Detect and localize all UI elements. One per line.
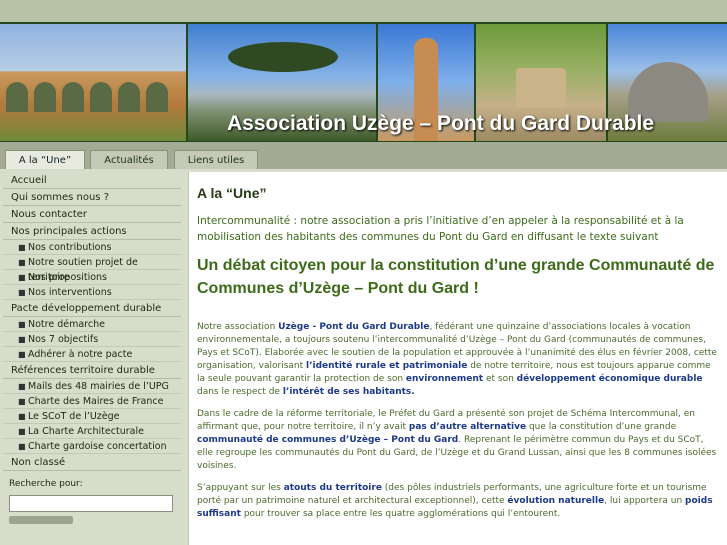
bullet-icon: ■: [18, 350, 26, 359]
page-title: A la “Une”: [197, 185, 267, 201]
sidebar-item-accueil[interactable]: Accueil: [3, 172, 181, 189]
sidebar-subitem-nos-interventions[interactable]: ■ Nos interventions: [3, 285, 181, 300]
sidebar-item-nous-contacter[interactable]: Nous contacter: [3, 206, 181, 223]
highlight-communaute: communauté de communes d’Uzège – Pont du…: [197, 435, 459, 445]
bullet-icon: ■: [18, 442, 26, 451]
bullet-icon: ■: [18, 243, 26, 252]
site-title[interactable]: Association Uzège – Pont du Gard Durable: [227, 112, 654, 136]
tab-actualites[interactable]: Actualités: [90, 150, 168, 169]
header-banner: Association Uzège – Pont du Gard Durable: [0, 22, 727, 142]
sidebar-item-label: Nos propositions: [28, 272, 108, 283]
sidebar-subitem-charte-architecturale[interactable]: ■ La Charte Architecturale: [3, 424, 181, 439]
sidebar-subitem-nos-propositions[interactable]: ■ Nos propositions: [3, 270, 181, 285]
bullet-icon: ■: [18, 288, 26, 297]
search-input[interactable]: [9, 495, 173, 512]
sidebar-item-non-classe[interactable]: Non classé: [3, 454, 181, 471]
sidebar-item-label: Charte gardoise concertation: [28, 441, 167, 452]
highlight-atouts: atouts du territoire: [283, 483, 382, 493]
bullet-icon: ■: [18, 412, 26, 421]
sidebar-subitem-adherer[interactable]: ■ Adhérer à notre pacte: [3, 347, 181, 362]
sidebar-item-qui-sommes-nous[interactable]: Qui sommes nous ?: [3, 189, 181, 206]
sidebar-item-nos-principales-actions[interactable]: Nos principales actions: [3, 223, 181, 240]
sidebar-item-label: Nos 7 objectifs: [28, 334, 99, 345]
bullet-icon: ■: [18, 335, 26, 344]
sidebar-item-label: Nos interventions: [28, 287, 112, 298]
highlight-evolution: évolution naturelle: [507, 496, 605, 506]
bullet-icon: ■: [18, 273, 26, 282]
bullet-icon: ■: [18, 258, 26, 267]
highlight-alternative: pas d’autre alternative: [408, 422, 527, 432]
paragraph-2: Dans le cadre de la réforme territoriale…: [197, 409, 717, 471]
sidebar-subitem-notre-demarche[interactable]: ■ Notre démarche: [3, 317, 181, 332]
tab-bar: A la “Une” Actualités Liens utiles: [0, 142, 727, 169]
sidebar-subitem-charte-maires[interactable]: ■ Charte des Maires de France: [3, 394, 181, 409]
sidebar-subitem-mails-mairies[interactable]: ■ Mails des 48 mairies de l’UPG: [3, 379, 181, 394]
bullet-icon: ■: [18, 320, 26, 329]
sidebar-item-references[interactable]: Références territoire durable: [3, 362, 181, 379]
bullet-icon: ■: [18, 382, 26, 391]
main-content: A la “Une” Intercommunalité : notre asso…: [188, 172, 727, 545]
sidebar-item-label: La Charte Architecturale: [28, 426, 144, 437]
sidebar-item-label: Nos contributions: [28, 242, 112, 253]
highlight-association: Uzège - Pont du Gard Durable: [278, 322, 430, 332]
highlight-developpement: développement économique durable: [516, 374, 703, 384]
search-label: Recherche pour:: [9, 479, 83, 489]
highlight-interet: l’intérêt de ses habitants.: [282, 387, 415, 397]
sidebar-item-label: Notre démarche: [28, 319, 105, 330]
sidebar-subitem-charte-gardoise[interactable]: ■ Charte gardoise concertation: [3, 439, 181, 454]
highlight-identite: l’identité rurale et patrimoniale: [306, 361, 468, 371]
paragraph-3: S’appuyant sur les atouts du territoire …: [197, 483, 713, 519]
sidebar-item-label: Adhérer à notre pacte: [28, 349, 133, 360]
bullet-icon: ■: [18, 397, 26, 406]
article-title[interactable]: Un débat citoyen pour la constitution d’…: [197, 254, 719, 300]
tab-a-la-une[interactable]: A la “Une”: [5, 150, 85, 169]
highlight-environnement: environnement: [405, 374, 484, 384]
sidebar-item-label: Le SCoT de l’Uzège: [28, 411, 120, 422]
pont-du-gard-photo: [0, 24, 186, 141]
sidebar-item-pacte[interactable]: Pacte développement durable: [3, 300, 181, 317]
page: Association Uzège – Pont du Gard Durable…: [0, 22, 727, 545]
sidebar-subitem-nos-contributions[interactable]: ■ Nos contributions: [3, 240, 181, 255]
sidebar-subitem-nos-7-objectifs[interactable]: ■ Nos 7 objectifs: [3, 332, 181, 347]
sidebar-subitem-scot[interactable]: ■ Le SCoT de l’Uzège: [3, 409, 181, 424]
bullet-icon: ■: [18, 427, 26, 436]
sidebar-subitem-notre-soutien[interactable]: ■ Notre soutien projet de territoire: [3, 255, 181, 283]
tab-liens-utiles[interactable]: Liens utiles: [174, 150, 258, 169]
aqueduct-shape: [0, 62, 186, 112]
paragraph-1: Notre association Uzège - Pont du Gard D…: [197, 322, 717, 397]
sidebar-item-label: Mails des 48 mairies de l’UPG: [28, 381, 169, 392]
sidebar-item-label: Charte des Maires de France: [28, 396, 164, 407]
sidebar: Accueil Qui sommes nous ? Nous contacter…: [3, 172, 181, 545]
search-button[interactable]: [9, 516, 73, 524]
intro-text: Intercommunalité : notre association a p…: [197, 215, 684, 243]
